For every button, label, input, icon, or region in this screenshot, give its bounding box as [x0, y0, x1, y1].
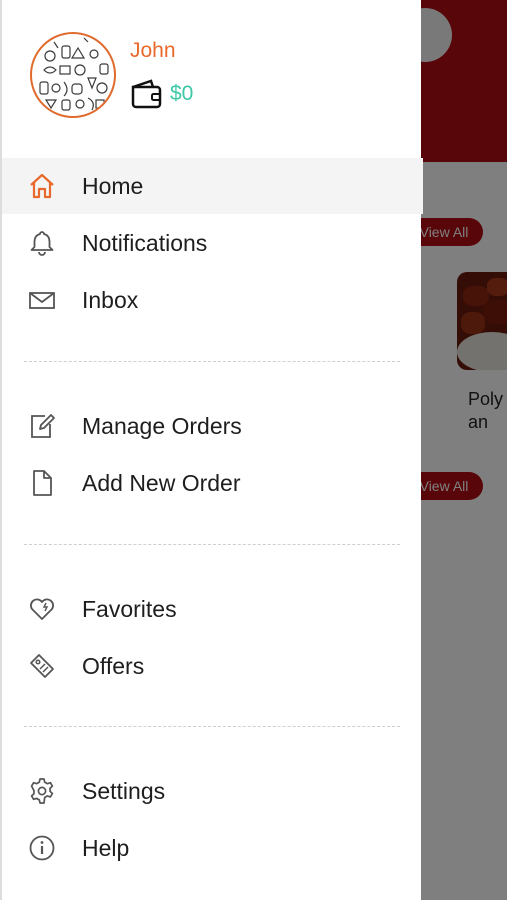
profile-header: John $0 [2, 0, 423, 158]
wallet-icon [130, 79, 163, 109]
navigation-drawer: John $0 Home Notifications Inbox Manage … [0, 0, 423, 900]
tag-icon [27, 651, 57, 681]
menu-item-home[interactable]: Home [2, 158, 423, 214]
info-icon [27, 833, 57, 863]
menu-divider [24, 361, 400, 362]
user-name[interactable]: John [130, 39, 176, 63]
gear-icon [27, 776, 57, 806]
menu-label-offers: Offers [82, 652, 145, 679]
menu-label-notifications: Notifications [82, 229, 208, 256]
menu-label-manage-orders: Manage Orders [82, 412, 242, 439]
menu-item-offers[interactable]: Offers [2, 638, 423, 694]
menu-item-settings[interactable]: Settings [2, 763, 423, 819]
heart-icon [27, 594, 57, 624]
menu-label-inbox: Inbox [82, 286, 139, 313]
menu-label-add-new-order: Add New Order [82, 469, 241, 496]
wallet-balance: $0 [170, 82, 194, 105]
menu-item-add-new-order[interactable]: Add New Order [2, 455, 423, 511]
menu-item-inbox[interactable]: Inbox [2, 272, 423, 328]
document-icon [27, 468, 57, 498]
menu-divider [24, 726, 400, 727]
menu-item-help[interactable]: Help [2, 820, 423, 876]
menu-divider [24, 544, 400, 545]
edit-icon [27, 411, 57, 441]
menu-item-favorites[interactable]: Favorites [2, 581, 423, 637]
envelope-icon [27, 285, 57, 315]
menu-label-favorites: Favorites [82, 595, 177, 622]
menu-label-home: Home [82, 172, 144, 199]
menu-item-manage-orders[interactable]: Manage Orders [2, 398, 423, 454]
menu-item-notifications[interactable]: Notifications [2, 215, 423, 271]
menu-label-settings: Settings [82, 777, 166, 804]
avatar[interactable] [30, 32, 116, 118]
menu-label-help: Help [82, 834, 130, 861]
bell-icon [27, 228, 57, 258]
home-icon [27, 171, 57, 201]
